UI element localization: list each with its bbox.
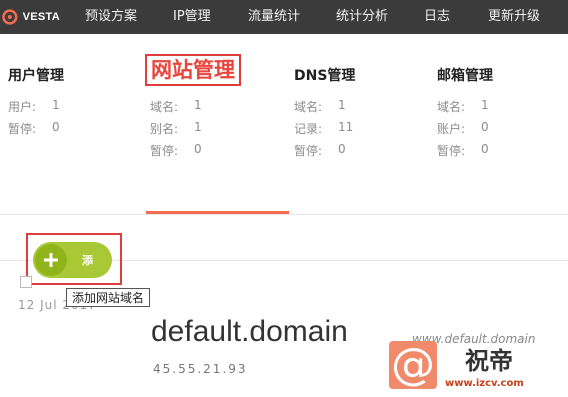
- nav-log[interactable]: 日志: [424, 0, 450, 34]
- nav-traffic-stats[interactable]: 流量统计: [248, 0, 300, 34]
- stat-label: 暂停:: [8, 122, 37, 136]
- stat-value: 1: [481, 98, 489, 112]
- nav-statistics[interactable]: 统计分析: [336, 0, 388, 34]
- nav-packages[interactable]: 预设方案: [85, 0, 137, 34]
- stat-label: 暂停:: [294, 144, 323, 158]
- vesta-logo-icon: [2, 9, 18, 25]
- tab-dns-title: DNS管理: [294, 68, 356, 84]
- stat-value: 0: [338, 142, 346, 156]
- stat-domains: 域名: 1: [150, 98, 202, 115]
- stat-label: 域名:: [437, 100, 466, 114]
- stat-suspended: 暂停: 0: [8, 120, 60, 137]
- stat-accounts: 账户: 0: [437, 120, 489, 137]
- stat-aliases: 别名: 1: [150, 120, 202, 137]
- domain-ip: 45.55.21.93: [153, 362, 248, 376]
- stat-value: 1: [194, 98, 202, 112]
- add-web-domain-button[interactable]: 添: [33, 242, 112, 278]
- stat-records: 记录: 11: [294, 120, 353, 137]
- plus-icon: [35, 244, 67, 276]
- stat-label: 账户:: [437, 122, 466, 136]
- nav-ip-management[interactable]: IP管理: [173, 0, 211, 34]
- tab-web-title: 网站管理: [145, 54, 241, 86]
- add-domain-tooltip: 添加网站域名: [66, 288, 151, 307]
- logo-text: VESTA: [22, 11, 60, 23]
- top-navigation-bar: VESTA 预设方案 IP管理 流量统计 统计分析 日志 更新升级: [0, 0, 568, 34]
- at-sign-icon: @: [389, 339, 437, 390]
- stat-label: 域名:: [294, 100, 323, 114]
- stat-value: 0: [52, 120, 60, 134]
- stat-value: 1: [52, 98, 60, 112]
- stat-users: 用户: 1: [8, 98, 60, 115]
- management-tabs: 用户管理 用户: 1 暂停: 0 网站管理 域名: 1 别名: 1 暂停: 0 …: [0, 34, 568, 214]
- stat-domains: 域名: 1: [294, 98, 346, 115]
- stat-domains: 域名: 1: [437, 98, 489, 115]
- nav-updates[interactable]: 更新升级: [488, 0, 540, 34]
- stat-value: 1: [338, 98, 346, 112]
- stat-label: 暂停:: [437, 144, 466, 158]
- stat-label: 用户:: [8, 100, 37, 114]
- row-checkbox[interactable]: [20, 276, 32, 288]
- stat-label: 别名:: [150, 122, 179, 136]
- stat-value: 0: [481, 120, 489, 134]
- stat-suspended: 暂停: 0: [437, 142, 489, 159]
- stat-value: 11: [338, 120, 354, 134]
- domain-name[interactable]: default.domain: [151, 315, 348, 349]
- stat-label: 域名:: [150, 100, 179, 114]
- stat-value: 0: [481, 142, 489, 156]
- stat-value: 0: [194, 142, 202, 156]
- add-button-label: 添: [82, 254, 93, 267]
- watermark-brand: 祝帝: [465, 346, 513, 375]
- divider: [0, 214, 568, 215]
- stat-label: 暂停:: [150, 144, 179, 158]
- tab-users-title: 用户管理: [8, 68, 64, 84]
- tab-mail-title: 邮箱管理: [437, 68, 493, 84]
- stat-value: 1: [194, 120, 202, 134]
- stat-suspended: 暂停: 0: [294, 142, 346, 159]
- watermark-url: www.izcv.com: [445, 378, 524, 389]
- stat-suspended: 暂停: 0: [150, 142, 202, 159]
- vesta-logo[interactable]: VESTA: [0, 0, 60, 34]
- stat-label: 记录:: [294, 122, 323, 136]
